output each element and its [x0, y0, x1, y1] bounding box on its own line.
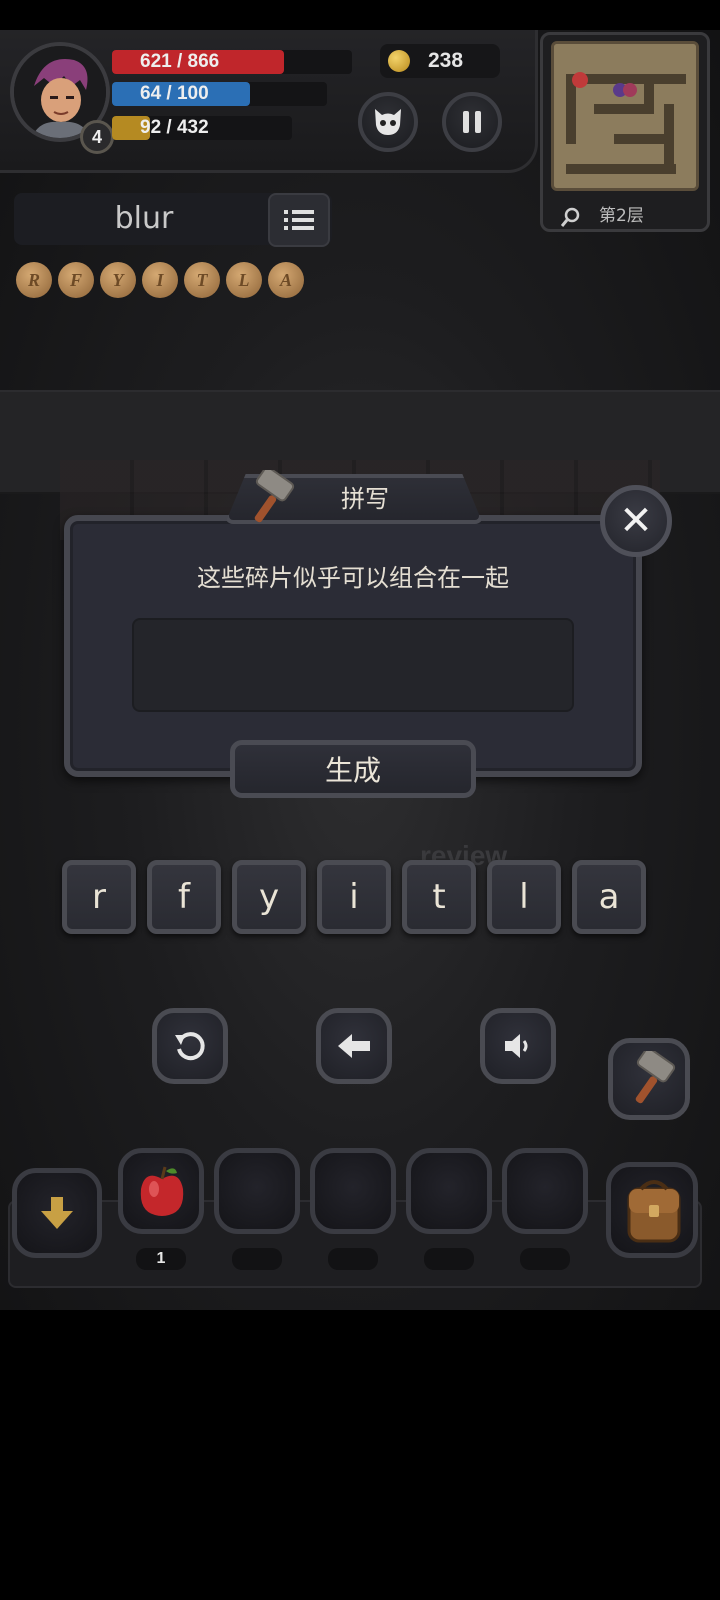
player-level-badge: 4 — [80, 120, 114, 154]
inventory-slot-count — [424, 1248, 474, 1270]
letter-tile[interactable]: a — [572, 860, 646, 934]
xp-bar: 92 / 432 — [112, 116, 292, 140]
inventory-slot-count — [232, 1248, 282, 1270]
search-icon — [560, 207, 581, 231]
xp-text: 92 / 432 — [140, 117, 209, 138]
cat-face-icon — [375, 109, 401, 135]
close-icon: ✕ — [619, 498, 653, 544]
inventory-slot[interactable] — [502, 1148, 588, 1234]
inventory-slot-count — [520, 1248, 570, 1270]
word-list-button[interactable] — [268, 193, 330, 247]
mp-text: 64 / 100 — [140, 83, 209, 104]
pause-icon — [463, 111, 481, 133]
generate-button[interactable]: 生成 — [230, 740, 476, 798]
rune-fragment[interactable]: R — [16, 262, 52, 298]
pet-button[interactable] — [358, 92, 418, 152]
letter-tile[interactable]: l — [487, 860, 561, 934]
rune-fragment[interactable]: L — [226, 262, 262, 298]
rune-fragment[interactable]: A — [268, 262, 304, 298]
hammer-icon — [240, 466, 296, 526]
answer-field[interactable] — [132, 618, 574, 712]
inventory-slot[interactable] — [310, 1148, 396, 1234]
coin-icon — [388, 50, 410, 72]
minimap-view — [551, 41, 699, 191]
coin-counter: 238 — [380, 44, 500, 78]
pause-button[interactable] — [442, 92, 502, 152]
rune-fragment[interactable]: I — [142, 262, 178, 298]
coin-value: 238 — [428, 49, 464, 72]
sound-button[interactable] — [480, 1008, 556, 1084]
rune-fragment[interactable]: F — [58, 262, 94, 298]
reset-icon — [175, 1032, 205, 1061]
letter-tile[interactable]: t — [402, 860, 476, 934]
arrow-down-icon — [41, 1197, 73, 1229]
rune-fragment[interactable]: T — [184, 262, 220, 298]
target-word: blur — [114, 201, 174, 236]
hp-text: 621 / 866 — [140, 51, 220, 72]
backspace-button[interactable] — [316, 1008, 392, 1084]
inventory-slot-count: 1 — [136, 1248, 186, 1270]
hammer-icon — [635, 1051, 676, 1104]
list-icon — [284, 210, 314, 230]
letter-tile[interactable]: y — [232, 860, 306, 934]
letter-tile[interactable]: r — [62, 860, 136, 934]
backspace-icon — [338, 1034, 370, 1058]
dialog-hint: 这些碎片似乎可以组合在一起 — [197, 564, 509, 592]
close-button[interactable]: ✕ — [600, 485, 672, 557]
reset-button[interactable] — [152, 1008, 228, 1084]
backpack-icon — [627, 1180, 681, 1243]
inventory-slot[interactable] — [214, 1148, 300, 1234]
backpack-button[interactable] — [606, 1162, 698, 1258]
dialog-title: 拼写 — [341, 485, 389, 513]
rune-fragment[interactable]: Y — [100, 262, 136, 298]
mp-bar: 64 / 100 — [112, 82, 327, 106]
inventory-slot[interactable] — [118, 1148, 204, 1234]
hp-bar: 621 / 866 — [112, 50, 352, 74]
inventory-slot-count — [328, 1248, 378, 1270]
letter-tile[interactable]: i — [317, 860, 391, 934]
letter-tile[interactable]: f — [147, 860, 221, 934]
speaker-icon — [505, 1034, 528, 1058]
apple-icon — [140, 1166, 184, 1216]
game-screen: review 4 621 / 866 64 / 100 92 / 432 238 — [0, 30, 720, 1310]
inventory-slot[interactable] — [406, 1148, 492, 1234]
craft-button[interactable] — [608, 1038, 690, 1120]
minimap[interactable]: 第2层 — [540, 32, 710, 232]
floor-label: 第2层 — [599, 206, 644, 226]
drop-button[interactable] — [12, 1168, 102, 1258]
minimap-layout-icon — [554, 44, 696, 188]
